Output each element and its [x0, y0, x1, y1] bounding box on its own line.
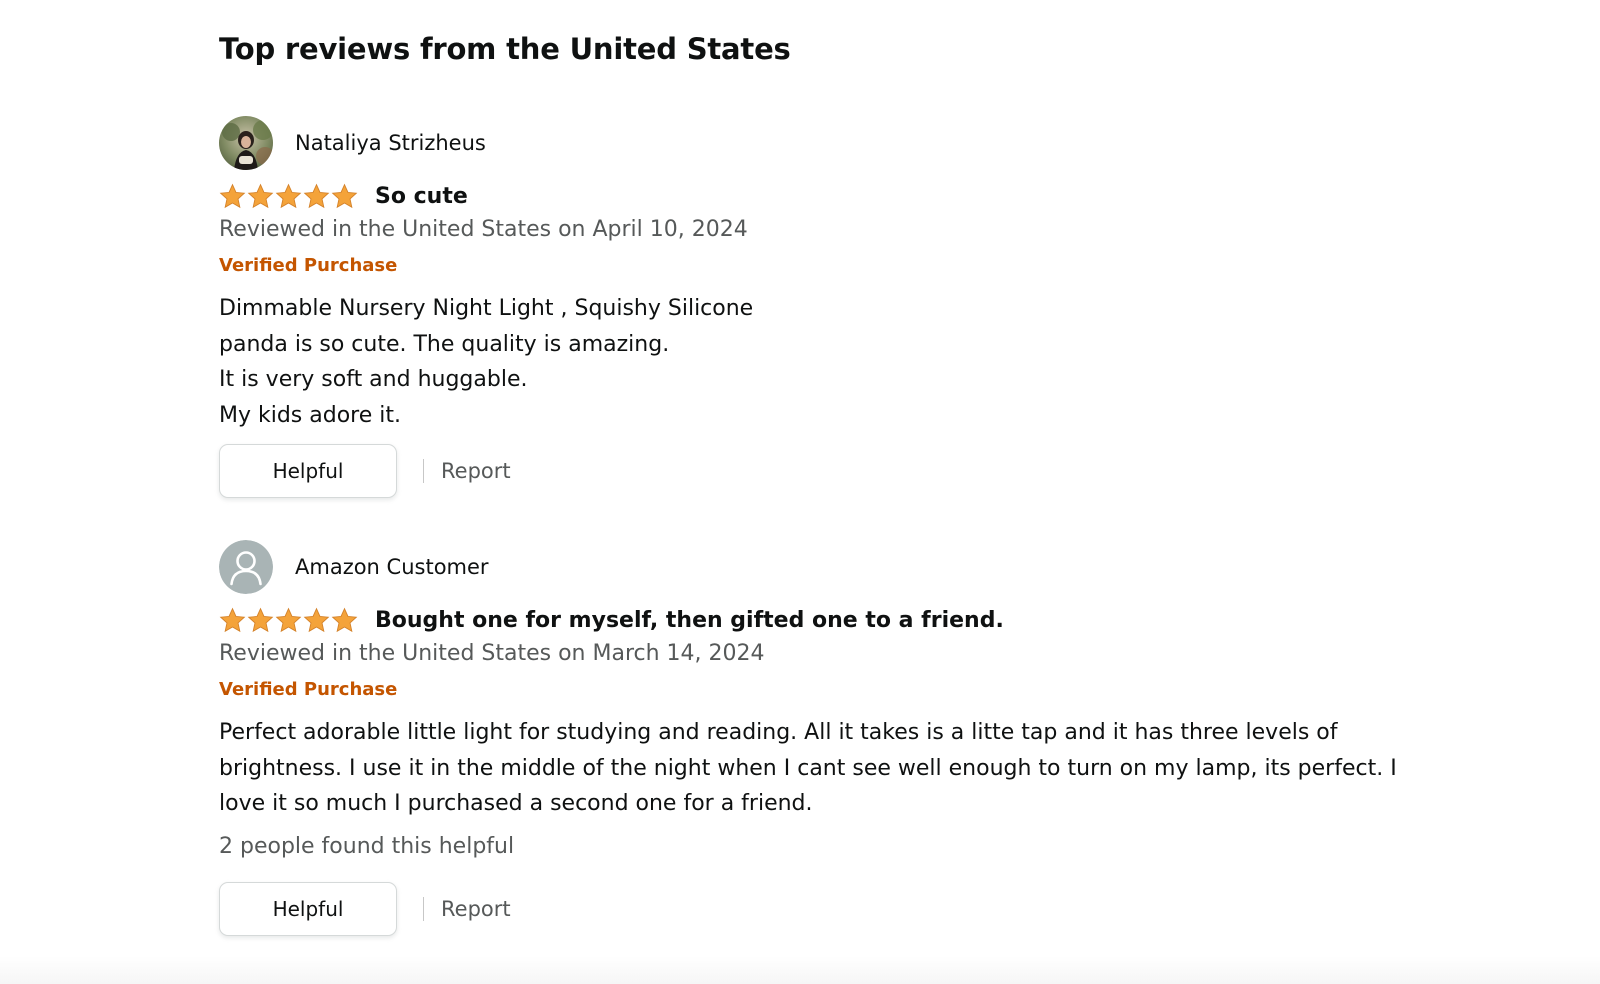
rating-row: So cute — [219, 180, 468, 212]
star-icon — [331, 183, 358, 208]
review-body: Perfect adorable little light for studyi… — [219, 720, 1397, 816]
helpful-count: 2 people found this helpful — [219, 834, 515, 859]
star-icon — [303, 183, 330, 208]
review-title[interactable]: So cute — [375, 184, 468, 209]
report-link[interactable]: Report — [441, 459, 511, 483]
review-actions: Helpful Report — [219, 443, 511, 499]
star-icon — [247, 183, 274, 208]
bottom-shadow — [0, 956, 1600, 984]
reviewer-name[interactable]: Amazon Customer — [295, 555, 489, 579]
reviewer-avatar[interactable] — [219, 116, 273, 170]
verified-purchase-badge[interactable]: Verified Purchase — [219, 679, 397, 700]
report-link[interactable]: Report — [441, 897, 511, 921]
star-icon — [247, 607, 274, 632]
section-title: Top reviews from the United States — [219, 32, 791, 66]
star-rating[interactable] — [219, 183, 359, 210]
rating-row: Bought one for myself, then gifted one t… — [219, 604, 1004, 636]
review-title[interactable]: Bought one for myself, then gifted one t… — [375, 608, 1004, 633]
reviewer-profile[interactable]: Nataliya Strizheus — [219, 115, 486, 171]
default-user-icon[interactable] — [219, 540, 273, 594]
star-rating[interactable] — [219, 607, 359, 634]
reviewer-name[interactable]: Nataliya Strizheus — [295, 131, 486, 155]
helpful-button[interactable]: Helpful — [219, 444, 397, 498]
helpful-button[interactable]: Helpful — [219, 882, 397, 936]
review-date: Reviewed in the United States on March 1… — [219, 641, 765, 666]
star-icon — [219, 183, 246, 208]
verified-purchase-badge[interactable]: Verified Purchase — [219, 255, 397, 276]
star-icon — [219, 607, 246, 632]
star-icon — [275, 183, 302, 208]
reviewer-profile[interactable]: Amazon Customer — [219, 539, 489, 595]
review-date: Reviewed in the United States on April 1… — [219, 217, 748, 242]
review-body: Dimmable Nursery Night Light , Squishy S… — [219, 296, 754, 428]
divider — [423, 897, 424, 921]
review-actions: Helpful Report — [219, 881, 511, 937]
star-icon — [303, 607, 330, 632]
divider — [423, 459, 424, 483]
star-icon — [331, 607, 358, 632]
star-icon — [275, 607, 302, 632]
